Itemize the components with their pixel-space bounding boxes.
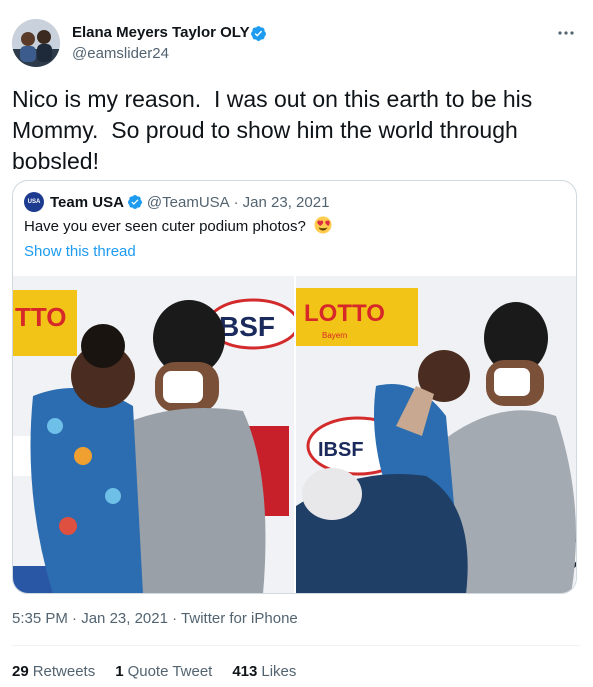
show-thread-link[interactable]: Show this thread	[24, 242, 136, 262]
tweet-stats: 29 Retweets 1 Quote Tweet 413 Likes	[12, 662, 316, 682]
quoted-tweet-date[interactable]: Jan 23, 2021	[243, 194, 330, 211]
likes-count: 413	[232, 663, 258, 680]
separator-dot: ·	[172, 610, 178, 627]
retweets-count: 29	[12, 663, 29, 680]
quoted-tweet-header: USA Team USA @TeamUSA · Jan 23, 2021	[24, 192, 329, 212]
tweet-meta: 5:35 PM · Jan 23, 2021 · Twitter for iPh…	[12, 609, 298, 629]
quote-tweets-count: 1	[115, 663, 124, 680]
quoted-author-avatar[interactable]: USA	[24, 192, 44, 212]
quote-tweets-label: Quote Tweet	[127, 663, 213, 680]
likes-stat[interactable]: 413 Likes	[232, 662, 296, 682]
photo-right-sponsor-sub: Bayern	[322, 331, 347, 340]
author-avatar[interactable]	[12, 19, 60, 67]
tweet-header: Elana Meyers Taylor OLY @eamslider24	[12, 17, 582, 69]
quoted-tweet-text: Have you ever seen cuter podium photos?	[24, 216, 332, 237]
tweet-date[interactable]: Jan 23, 2021	[81, 610, 168, 627]
more-options-button[interactable]	[554, 21, 578, 45]
retweets-label: Retweets	[32, 663, 96, 680]
author-handle[interactable]: @eamslider24	[72, 44, 169, 64]
tweet-source[interactable]: Twitter for iPhone	[181, 610, 298, 627]
retweets-stat[interactable]: 29 Retweets	[12, 662, 95, 682]
author-name[interactable]: Elana Meyers Taylor OLY	[72, 23, 250, 43]
tweet-text: Nico is my reason. I was out on this ear…	[12, 86, 539, 174]
quote-tweets-stat[interactable]: 1 Quote Tweet	[115, 662, 212, 682]
more-icon	[558, 31, 574, 35]
quoted-tweet-text-content: Have you ever seen cuter podium photos?	[24, 218, 306, 235]
photo-left-logo-text: BSF	[219, 311, 275, 342]
likes-label: Likes	[261, 663, 297, 680]
separator-dot: ·	[233, 193, 239, 211]
quoted-tweet-card[interactable]: USA Team USA @TeamUSA · Jan 23, 2021 Hav…	[12, 180, 577, 594]
tweet-time[interactable]: 5:35 PM	[12, 610, 68, 627]
heart-eyes-emoji-icon	[314, 216, 332, 234]
verified-badge-icon	[251, 26, 266, 41]
photo-right-logo-text: IBSF	[318, 439, 364, 461]
divider	[12, 645, 580, 646]
verified-badge-icon	[127, 195, 142, 209]
podium-photo-right[interactable]: LOTTO Bayern IBSF	[296, 276, 576, 593]
separator-dot: ·	[72, 610, 78, 627]
quoted-author-handle[interactable]: @TeamUSA	[147, 194, 230, 211]
photo-left-sponsor-text: TTO	[15, 302, 67, 332]
photo-right-sponsor-text: LOTTO	[304, 300, 385, 327]
podium-photo-left[interactable]: TTO BSF	[13, 276, 294, 593]
quoted-author-name[interactable]: Team USA	[50, 194, 124, 211]
